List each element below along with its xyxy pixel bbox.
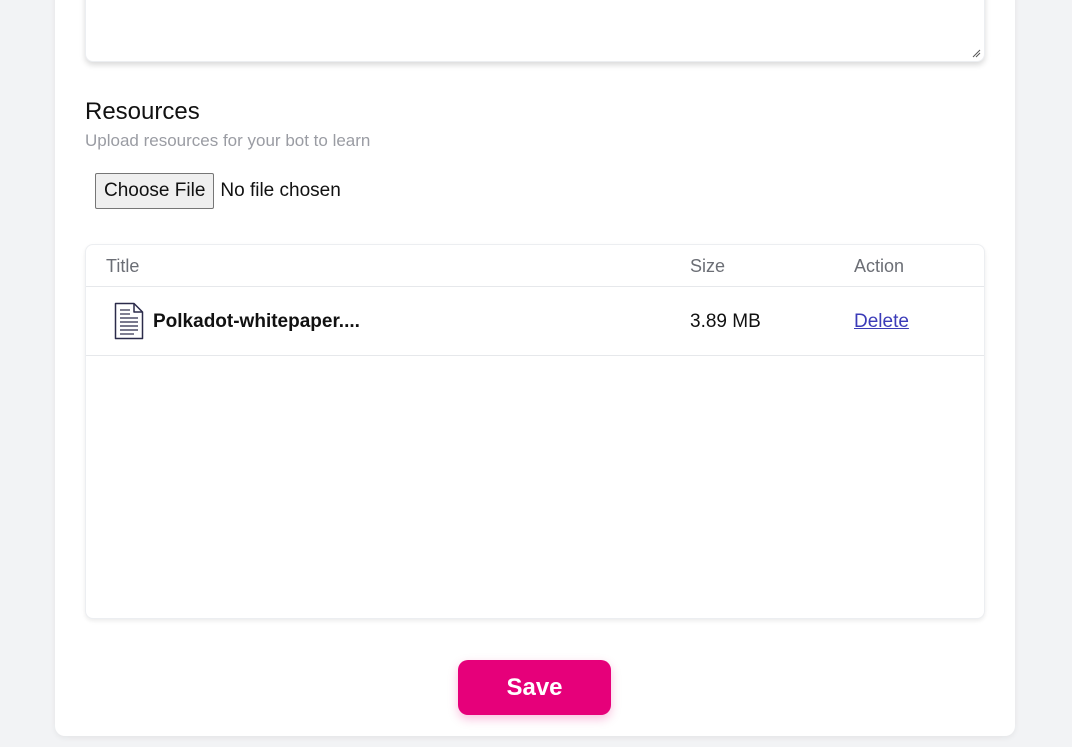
file-status-text: No file chosen	[220, 180, 341, 201]
description-textarea-container	[85, 0, 985, 62]
resources-subtitle: Upload resources for your bot to learn	[85, 131, 371, 150]
resource-title: Polkadot-whitepaper....	[153, 311, 360, 332]
description-textarea[interactable]	[86, 0, 984, 61]
table-header: Title Size Action	[86, 245, 984, 287]
document-icon	[114, 302, 144, 340]
choose-file-button[interactable]: Choose File	[95, 173, 215, 209]
column-header-action: Action	[854, 256, 905, 276]
resources-table: Title Size Action Polkadot-whitepaper...…	[85, 244, 985, 619]
save-button[interactable]: Save	[458, 660, 611, 715]
file-upload-input[interactable]: Choose File No file chosen	[95, 173, 341, 209]
delete-resource-link[interactable]: Delete	[854, 311, 909, 333]
resources-heading: Resources	[85, 98, 200, 125]
resource-size: 3.89 MB	[690, 311, 761, 332]
table-row: Polkadot-whitepaper.... 3.89 MB Delete	[86, 287, 984, 356]
column-header-size: Size	[690, 256, 726, 276]
form-card: Resources Upload resources for your bot …	[55, 0, 1015, 736]
resize-handle-icon[interactable]	[971, 48, 981, 58]
column-header-title: Title	[106, 256, 140, 276]
